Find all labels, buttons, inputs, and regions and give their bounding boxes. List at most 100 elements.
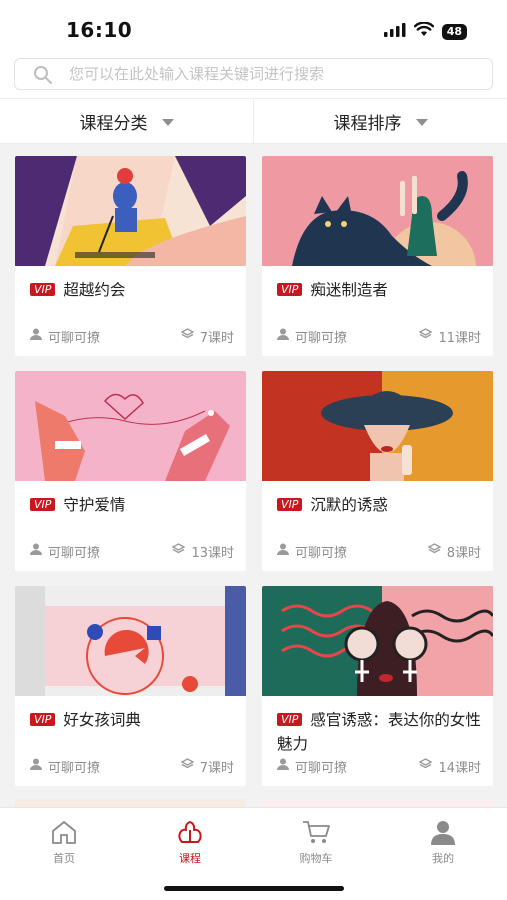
course-lessons: 14课时 — [419, 757, 481, 776]
course-card[interactable]: VIP 超越约会 可聊可撩 7课时 — [15, 156, 246, 356]
status-time: 16:10 — [66, 18, 133, 42]
lesson-count: 7课时 — [199, 330, 234, 346]
battery-indicator: 48 — [441, 23, 467, 40]
layers-icon — [172, 543, 186, 559]
course-title-text: 沉默的诱惑 — [310, 496, 388, 514]
author-name: 可聊可撩 — [295, 760, 348, 776]
filter-label: 课程分类 — [79, 113, 148, 134]
course-author: 可聊可撩 — [277, 542, 347, 561]
course-cover-image — [15, 156, 246, 266]
layers-icon — [419, 328, 433, 344]
course-title: VIP 感官诱惑：表达你的女性魅力 — [277, 708, 482, 756]
tab-label: 购物车 — [299, 852, 333, 865]
course-card[interactable]: VIP 沉默的诱惑 可聊可撩 8课时 — [262, 371, 493, 571]
cart-icon — [301, 818, 331, 846]
course-title-text: 痴迷制造者 — [310, 281, 388, 299]
course-card[interactable]: VIP 感官诱惑：表达你的女性魅力 可聊可撩 14课时 — [262, 586, 493, 786]
course-cover-image — [262, 156, 493, 266]
course-title: VIP 痴迷制造者 — [277, 278, 482, 302]
search-box[interactable] — [14, 58, 493, 90]
course-cover-image — [262, 371, 493, 481]
author-name: 可聊可撩 — [48, 545, 101, 561]
user-icon — [277, 543, 289, 559]
author-name: 可聊可撩 — [48, 330, 101, 346]
course-card-partial[interactable] — [15, 799, 246, 807]
course-title: VIP 超越约会 — [30, 278, 235, 302]
filter-label: 课程排序 — [333, 113, 402, 134]
tab-cart[interactable]: 购物车 — [266, 818, 366, 866]
tab-course[interactable]: 课程 — [140, 818, 240, 866]
course-meta: 可聊可撩 7课时 — [30, 327, 234, 346]
lesson-count: 8课时 — [446, 545, 481, 561]
course-meta: 可聊可撩 11课时 — [277, 327, 481, 346]
course-meta: 可聊可撩 7课时 — [30, 757, 234, 776]
course-title: VIP 沉默的诱惑 — [277, 493, 482, 517]
status-bar: 16:10 48 — [0, 0, 507, 52]
vip-badge: VIP — [277, 713, 303, 726]
status-icons: 48 — [383, 21, 467, 41]
course-title: VIP 好女孩词典 — [30, 708, 235, 732]
search-icon — [33, 65, 53, 89]
course-author: 可聊可撩 — [30, 542, 100, 561]
layers-icon — [427, 543, 442, 559]
lesson-count: 7课时 — [199, 760, 234, 776]
course-icon — [176, 818, 204, 846]
caret-down-icon — [161, 118, 174, 126]
search-input[interactable] — [69, 59, 479, 89]
course-lessons: 8课时 — [427, 542, 481, 561]
tab-label: 我的 — [432, 852, 454, 865]
vip-badge: VIP — [30, 498, 56, 511]
vip-badge: VIP — [30, 283, 56, 296]
vip-badge: VIP — [277, 498, 303, 511]
tab-profile[interactable]: 我的 — [393, 818, 493, 866]
tab-home[interactable]: 首页 — [14, 818, 114, 866]
course-author: 可聊可撩 — [277, 327, 347, 346]
home-icon — [50, 818, 78, 846]
course-lessons: 7课时 — [180, 327, 234, 346]
vip-badge: VIP — [30, 713, 56, 726]
author-name: 可聊可撩 — [295, 330, 348, 346]
course-title-text: 好女孩词典 — [63, 711, 141, 729]
course-author: 可聊可撩 — [30, 327, 100, 346]
course-card[interactable]: VIP 好女孩词典 可聊可撩 7课时 — [15, 586, 246, 786]
user-icon — [277, 758, 289, 774]
home-indicator[interactable] — [164, 886, 344, 891]
layers-icon — [419, 758, 433, 774]
vip-badge: VIP — [277, 283, 303, 296]
user-icon — [30, 543, 42, 559]
course-title-text: 超越约会 — [63, 281, 126, 299]
course-author: 可聊可撩 — [30, 757, 100, 776]
course-title-text: 守护爱情 — [63, 496, 126, 514]
course-cover-image — [15, 371, 246, 481]
search-bar — [0, 52, 507, 98]
course-meta: 可聊可撩 8课时 — [277, 542, 481, 561]
lesson-count: 11课时 — [438, 330, 481, 346]
bottom-tab-bar: 首页 课程 购物车 我的 — [0, 807, 507, 900]
filter-bar: 课程分类 课程排序 — [0, 98, 507, 144]
lesson-count: 14课时 — [438, 760, 481, 776]
course-meta: 可聊可撩 13课时 — [30, 542, 234, 561]
course-card-partial[interactable] — [262, 799, 493, 807]
course-author: 可聊可撩 — [277, 757, 347, 776]
course-lessons: 13课时 — [172, 542, 234, 561]
course-cover-image — [15, 586, 246, 696]
tab-label: 课程 — [179, 852, 201, 865]
course-card[interactable]: VIP 守护爱情 可聊可撩 13课时 — [15, 371, 246, 571]
course-title: VIP 守护爱情 — [30, 493, 235, 517]
tab-label: 首页 — [53, 852, 75, 865]
course-title-text: 感官诱惑：表达你的女性魅力 — [277, 711, 481, 753]
signal-icon — [383, 22, 406, 41]
layers-icon — [180, 328, 195, 344]
user-icon — [30, 328, 42, 344]
course-meta: 可聊可撩 14课时 — [277, 757, 481, 776]
user-icon — [277, 328, 289, 344]
course-sort-filter[interactable]: 课程排序 — [253, 99, 507, 143]
course-lessons: 11课时 — [419, 327, 481, 346]
author-name: 可聊可撩 — [295, 545, 348, 561]
lesson-count: 13课时 — [191, 545, 234, 561]
course-card[interactable]: VIP 痴迷制造者 可聊可撩 11课时 — [262, 156, 493, 356]
layers-icon — [180, 758, 195, 774]
user-icon — [30, 758, 42, 774]
course-lessons: 7课时 — [180, 757, 234, 776]
course-category-filter[interactable]: 课程分类 — [0, 99, 253, 143]
